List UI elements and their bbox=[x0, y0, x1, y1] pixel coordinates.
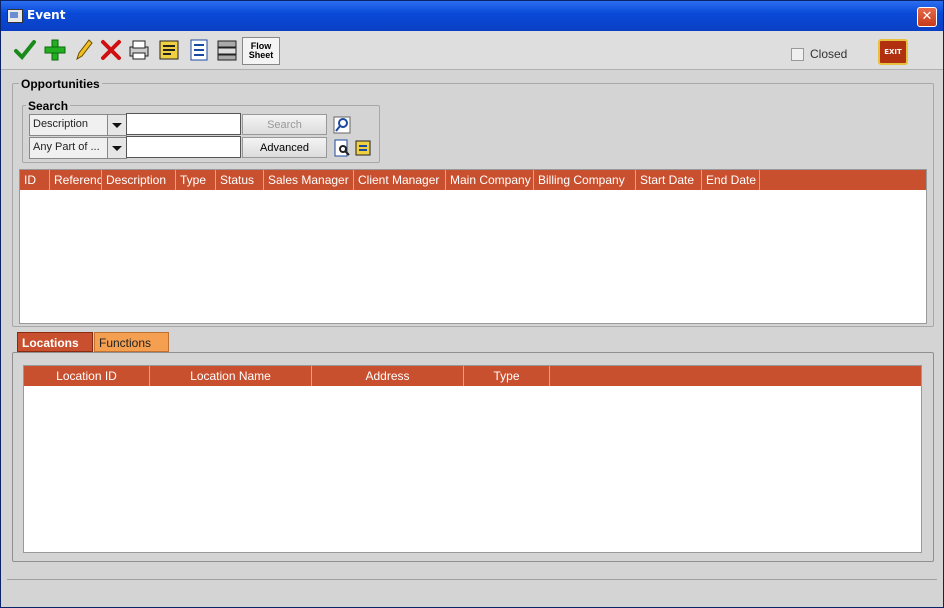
sheet-button[interactable] bbox=[215, 37, 239, 63]
column-header[interactable]: Main Company bbox=[446, 170, 534, 190]
delete-button[interactable] bbox=[99, 37, 123, 63]
flow-sheet-label-2: Sheet bbox=[248, 50, 274, 60]
close-window-button[interactable]: ✕ bbox=[917, 7, 937, 27]
exit-label: EXIT bbox=[884, 48, 902, 56]
chevron-down-icon[interactable] bbox=[107, 138, 126, 158]
stack-icon bbox=[217, 40, 237, 61]
magnifier-icon bbox=[333, 116, 351, 134]
tab-functions[interactable]: Functions bbox=[94, 332, 169, 352]
column-header[interactable]: Start Date bbox=[636, 170, 702, 190]
closed-label: Closed bbox=[810, 47, 848, 61]
advanced-find-button[interactable] bbox=[332, 138, 352, 158]
column-header[interactable]: Billing Company bbox=[534, 170, 636, 190]
column-header[interactable]: Description bbox=[102, 170, 176, 190]
pencil-icon bbox=[76, 39, 93, 61]
column-header[interactable]: Location ID bbox=[24, 366, 150, 386]
edit-button[interactable] bbox=[71, 37, 95, 63]
column-header[interactable]: Address bbox=[312, 366, 464, 386]
locations-table[interactable]: Location ID Location Name Address Type bbox=[23, 365, 922, 553]
delete-x-icon bbox=[101, 40, 121, 60]
chevron-down-icon[interactable] bbox=[107, 115, 126, 135]
column-header[interactable]: Type bbox=[464, 366, 550, 386]
title-bar[interactable]: Event ✕ bbox=[1, 1, 943, 31]
report-button[interactable] bbox=[157, 37, 181, 63]
closed-checkbox[interactable] bbox=[791, 47, 804, 61]
column-header[interactable]: ID bbox=[20, 170, 50, 190]
search-input[interactable] bbox=[126, 113, 241, 135]
search-input-2[interactable] bbox=[126, 136, 241, 158]
window-title: Event bbox=[27, 8, 66, 22]
save-check-button[interactable] bbox=[13, 37, 37, 63]
opportunities-title: Opportunities bbox=[19, 77, 102, 91]
plus-icon bbox=[44, 39, 66, 61]
add-button[interactable] bbox=[43, 37, 67, 63]
match-type-select[interactable]: Any Part of ... bbox=[29, 137, 127, 159]
document-icon bbox=[190, 39, 208, 61]
search-field-select[interactable]: Description bbox=[29, 114, 127, 136]
column-header[interactable]: Sales Manager bbox=[264, 170, 354, 190]
flow-sheet-button[interactable]: Flow Sheet bbox=[242, 37, 280, 65]
event-window: Event ✕ Flow Sheet Closed EXIT Opportuni… bbox=[0, 0, 944, 608]
find-button[interactable] bbox=[332, 115, 352, 135]
export-button[interactable] bbox=[354, 138, 374, 158]
column-header[interactable]: Location Name bbox=[150, 366, 312, 386]
search-button[interactable]: Search bbox=[242, 114, 327, 135]
column-header[interactable]: Type bbox=[176, 170, 216, 190]
advanced-button[interactable]: Advanced bbox=[242, 137, 327, 158]
print-button[interactable] bbox=[127, 37, 151, 63]
status-bar bbox=[7, 579, 937, 602]
column-header[interactable]: Client Manager bbox=[354, 170, 446, 190]
closed-checkbox-wrap[interactable]: Closed bbox=[791, 47, 847, 61]
export-icon bbox=[355, 140, 371, 156]
document-search-icon bbox=[334, 139, 350, 157]
column-header[interactable]: Reference# bbox=[50, 170, 102, 190]
tab-locations[interactable]: Locations bbox=[17, 332, 93, 352]
toolbar: Flow Sheet Closed EXIT bbox=[1, 31, 943, 70]
column-header[interactable]: End Date bbox=[702, 170, 760, 190]
match-type-value: Any Part of ... bbox=[33, 141, 100, 153]
report-icon bbox=[159, 40, 179, 60]
locations-table-header: Location ID Location Name Address Type bbox=[24, 366, 921, 386]
exit-button[interactable]: EXIT bbox=[878, 39, 908, 65]
search-title: Search bbox=[26, 99, 71, 113]
printer-icon bbox=[129, 40, 149, 60]
column-header[interactable]: Status bbox=[216, 170, 264, 190]
opportunities-table[interactable]: IDReference#DescriptionTypeStatusSales M… bbox=[19, 169, 927, 324]
document-button[interactable] bbox=[187, 37, 211, 63]
checkmark-icon bbox=[14, 40, 36, 60]
app-icon bbox=[7, 9, 23, 23]
search-field-value: Description bbox=[33, 118, 89, 130]
opportunities-table-header: IDReference#DescriptionTypeStatusSales M… bbox=[20, 170, 926, 190]
